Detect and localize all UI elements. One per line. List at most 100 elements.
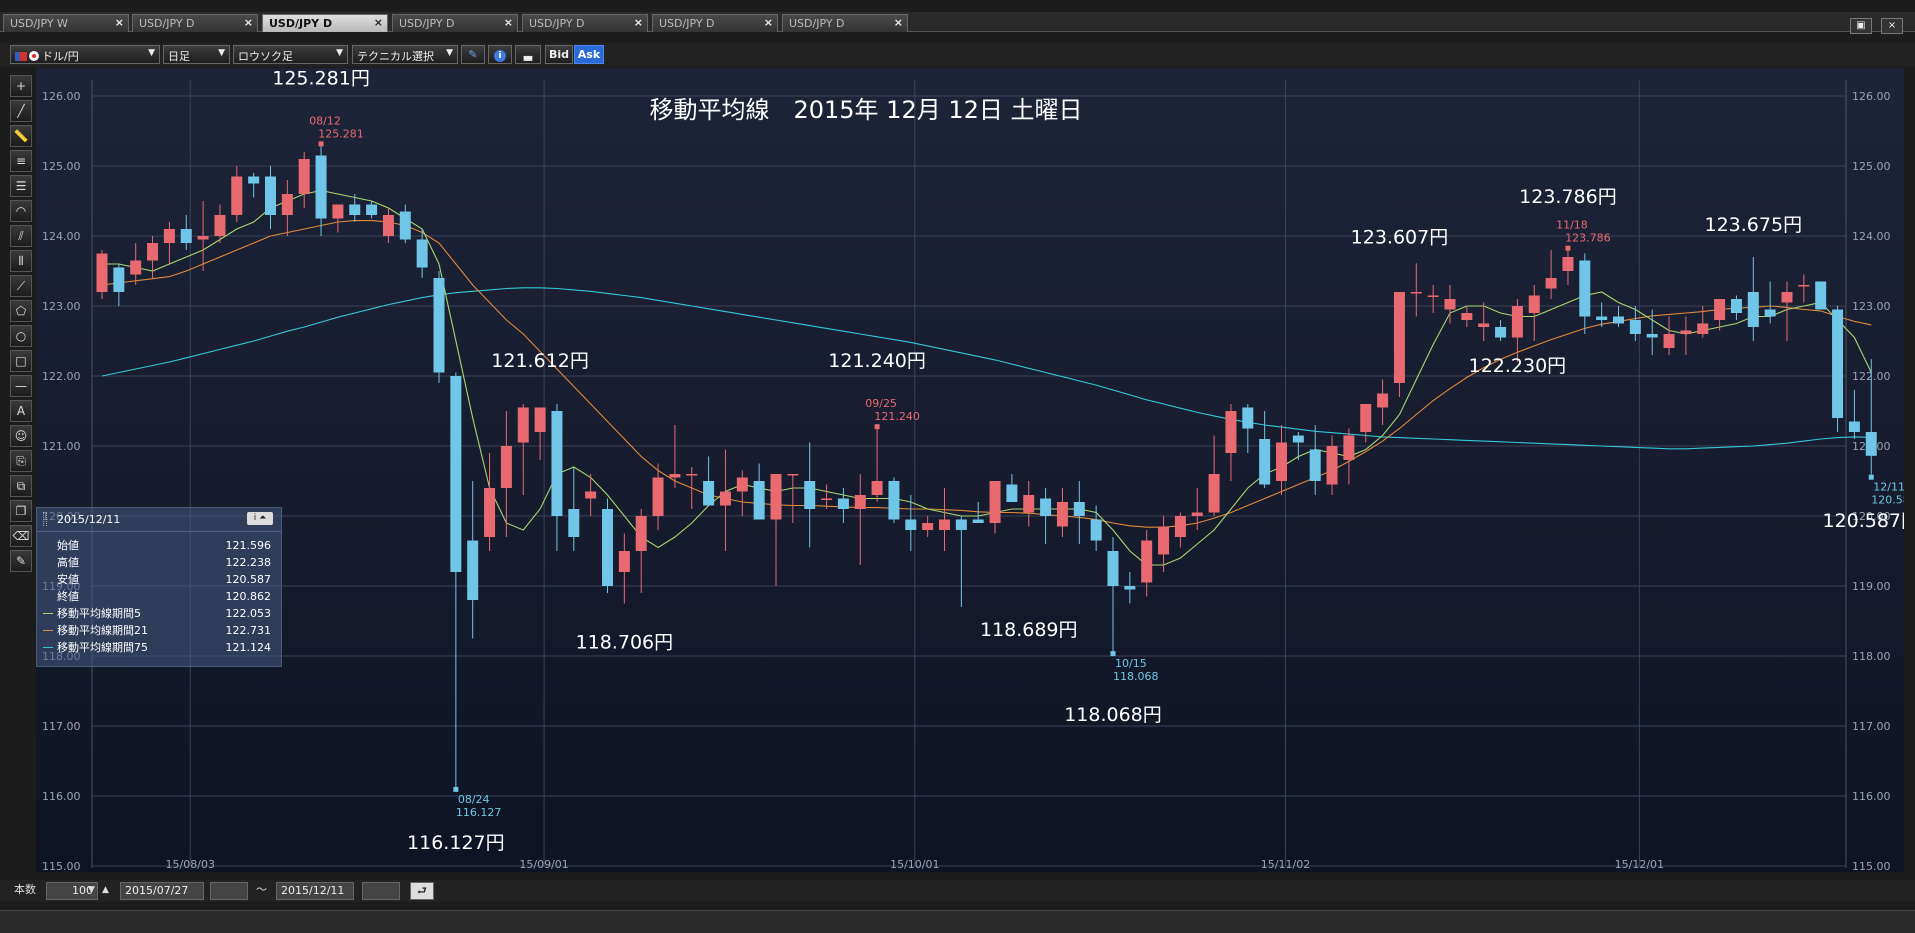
tab-label: USD/JPY D — [529, 17, 585, 30]
status-strip — [0, 910, 1915, 933]
point-label-value: 125.281 — [318, 127, 364, 140]
draw-tool-button[interactable]: ✎ — [461, 45, 485, 64]
arc-tool-icon[interactable]: ◠ — [10, 200, 32, 222]
tab-close-icon[interactable]: × — [244, 16, 253, 29]
chart-style-select[interactable]: ロウソク足 ▼ — [233, 45, 348, 64]
layers-tool-icon[interactable]: ❐ — [10, 500, 32, 522]
info-row: 移動平均線期間5 122.053 — [37, 605, 281, 622]
down-arrow-icon[interactable]: ▼ — [88, 882, 95, 900]
volume-button[interactable]: ▃ — [515, 45, 541, 64]
point-label-date: 12/11 — [1873, 481, 1904, 494]
tab-usdjpy-5[interactable]: USD/JPY D × — [652, 14, 778, 32]
info-panel-date: 2015/12/11 — [57, 513, 121, 526]
tab-usdjpy-0[interactable]: USD/JPY W × — [3, 14, 129, 32]
candle-body — [1461, 313, 1473, 320]
point-label-date: 10/15 — [1115, 657, 1147, 670]
tab-usdjpy-1[interactable]: USD/JPY D × — [132, 14, 258, 32]
drag-handle[interactable] — [43, 512, 47, 526]
timeframe-label: 日足 — [168, 50, 190, 63]
technical-select[interactable]: テクニカル選択 ▼ — [352, 45, 458, 64]
restore-window-button[interactable]: ▣ — [1849, 18, 1872, 34]
candle-body — [837, 498, 849, 509]
tab-usdjpy-2[interactable]: USD/JPY D × — [262, 14, 388, 32]
info-button[interactable]: i — [488, 45, 512, 64]
info-panel-toggle-button[interactable]: i ⏶ — [247, 512, 273, 525]
candle-body — [214, 215, 226, 236]
channel-tool-icon[interactable]: ⫽ — [10, 225, 32, 247]
candle-body — [551, 411, 563, 516]
close-window-button[interactable]: × — [1881, 18, 1903, 34]
tab-close-icon[interactable]: × — [634, 16, 643, 29]
fibonacci-tool-icon[interactable]: ☰ — [10, 175, 32, 197]
horizontal-lines-tool-icon[interactable]: ≡ — [10, 150, 32, 172]
candle-body — [1292, 435, 1304, 443]
duplicate-tool-icon[interactable]: ⧉ — [10, 475, 32, 497]
tab-close-icon[interactable]: × — [374, 16, 383, 29]
tab-close-icon[interactable]: × — [764, 16, 773, 29]
chevron-down-icon: ▼ — [218, 48, 225, 58]
price-annotation: 123.675円 — [1705, 214, 1803, 236]
candle-body — [787, 474, 799, 476]
copy-tool-icon[interactable]: ⎘ — [10, 450, 32, 472]
emoji-tool-icon[interactable]: ☺ — [10, 425, 32, 447]
point-label-value: 123.786 — [1565, 232, 1611, 245]
pencil-tool-icon[interactable]: ✎ — [10, 550, 32, 572]
y-tick-label: 117.00 — [1852, 720, 1891, 733]
extreme-marker — [874, 424, 880, 430]
timeframe-select[interactable]: 日足 ▼ — [163, 45, 230, 64]
candle-body — [231, 176, 243, 215]
circle-tool-icon[interactable]: ○ — [10, 325, 32, 347]
eraser-tool-icon[interactable]: ⌫ — [10, 525, 32, 547]
tab-close-icon[interactable]: × — [115, 16, 124, 29]
point-label-value: 120.587 — [1871, 494, 1904, 507]
point-label-value: 118.068 — [1113, 670, 1159, 683]
tab-close-icon[interactable]: × — [894, 16, 903, 29]
refresh-button[interactable]: ⮐ — [410, 882, 434, 900]
up-arrow-icon[interactable]: ▲ — [102, 882, 109, 900]
tab-label: USD/JPY W — [10, 17, 68, 30]
tab-label: USD/JPY D — [659, 17, 715, 30]
ask-button[interactable]: Ask — [574, 45, 604, 64]
rectangle-tool-icon[interactable]: □ — [10, 350, 32, 372]
ohlc-info-panel[interactable]: 2015/12/11 i ⏶ 始値 121.596 高値 122.238 安値 120.5… — [36, 507, 282, 667]
tab-usdjpy-3[interactable]: USD/JPY D × — [392, 14, 518, 32]
pitchfork-tool-icon[interactable]: ⟋ — [10, 275, 32, 297]
info-panel-header[interactable]: 2015/12/11 i ⏶ — [37, 508, 281, 532]
y-tick-label: 117.00 — [42, 720, 81, 733]
trendline-tool-icon[interactable]: ╱ — [10, 100, 32, 122]
candle-body — [1276, 442, 1287, 481]
range-bar: 本数 100 ▼ ▲ 2015/07/27 〜 2015/12/11 ⮐ — [0, 880, 1915, 902]
polygon-tool-icon[interactable]: ⬠ — [10, 300, 32, 322]
tab-close-icon[interactable]: × — [504, 16, 513, 29]
candle-body — [130, 260, 142, 275]
tab-usdjpy-4[interactable]: USD/JPY D × — [522, 14, 648, 32]
hline-tool-icon[interactable]: — — [10, 375, 32, 397]
point-label-date: 09/25 — [865, 397, 897, 410]
tab-usdjpy-6[interactable]: USD/JPY D × — [782, 14, 908, 32]
price-annotation: 120.587円 — [1822, 510, 1904, 532]
candle-body — [500, 446, 512, 488]
bid-button[interactable]: Bid — [545, 45, 573, 64]
candlestick-chart[interactable]: 115.00116.00117.00118.00119.00120.00121.… — [36, 68, 1904, 872]
start-time-input[interactable] — [210, 882, 248, 900]
end-date-input[interactable]: 2015/12/11 — [276, 882, 354, 900]
candle-body — [265, 176, 276, 215]
candle-body — [939, 519, 950, 530]
candle-body — [854, 495, 866, 509]
currency-pair-select[interactable]: ドル/円 ▼ — [10, 45, 160, 64]
x-tick-label: 15/08/03 — [166, 858, 215, 871]
jp-flag-icon — [29, 51, 39, 61]
end-time-input[interactable] — [362, 882, 400, 900]
candle-body — [349, 204, 361, 215]
price-annotation: 118.706円 — [576, 632, 674, 654]
ruler-tool-icon[interactable]: 📏 — [10, 125, 32, 147]
candle-body — [1815, 281, 1827, 310]
crosshair-tool-icon[interactable]: + — [10, 75, 32, 97]
start-date-input[interactable]: 2015/07/27 — [120, 882, 204, 900]
candle-body — [1764, 309, 1776, 317]
candle-body — [955, 519, 967, 530]
text-tool-icon[interactable]: A — [10, 400, 32, 422]
vertical-lines-tool-icon[interactable]: ⦀ — [10, 250, 32, 272]
candle-body — [332, 204, 344, 219]
y-tick-label: 119.00 — [1852, 580, 1891, 593]
